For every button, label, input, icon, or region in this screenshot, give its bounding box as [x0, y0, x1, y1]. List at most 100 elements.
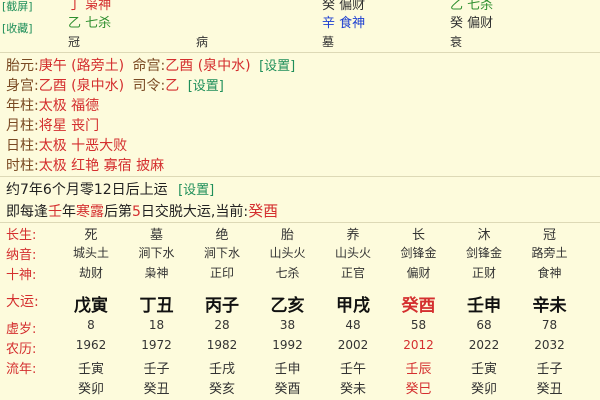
shishen-row: 十神: 劫财 枭神 正印 七杀 正官 偏财 正财 食神 [0, 264, 600, 284]
jiaoyun-solar-term: 寒露 [76, 204, 104, 220]
liunian-cell: 壬子 [143, 362, 170, 377]
changsheng-cell: 胎 [280, 228, 294, 243]
dayun-cell[interactable]: 癸酉 [389, 291, 449, 316]
current-dayun: 癸酉 [248, 202, 279, 220]
liunian-row: 流年: 壬寅 壬子 壬戌 壬申 壬午 壬辰 壬寅 壬子 癸卯 癸丑 癸亥 癸酉 癸未 癸巳 癸卯 癸丑 [0, 358, 600, 398]
changsheng-cell: 养 [346, 228, 360, 243]
xusui-cell: 18 [148, 318, 165, 332]
rizhu-line: 日柱:太极 十恶大败 [6, 135, 127, 155]
top-col3-line3: 墓 [322, 35, 335, 49]
shizhu-line: 时柱:太极 红艳 寡宿 披麻 [6, 155, 164, 175]
nongli-label: 农历: [6, 342, 37, 357]
dayun-cell[interactable]: 辛未 [520, 291, 580, 316]
liunian-label: 流年: [6, 362, 37, 377]
shengong-value: 乙酉 (泉中水) [38, 78, 125, 94]
divider [0, 222, 600, 223]
top-col3-line2: 辛 食神 [322, 16, 366, 31]
siling-key: 司令: [132, 78, 166, 94]
jiaoyun-stem: 壬 [48, 204, 62, 220]
jiaoyun-text-e: 后第 [104, 204, 132, 220]
xusui-cell: 68 [476, 318, 492, 332]
nayin-cell: 剑锋金 [465, 246, 502, 260]
xusui-cell: 58 [410, 318, 427, 332]
liunian-cell: 壬辰 [405, 362, 432, 377]
liunian-cell: 癸亥 [208, 382, 235, 397]
nayin-label: 纳音: [6, 248, 37, 263]
nongli-cell: 1992 [272, 338, 303, 352]
shishen-label: 十神: [6, 268, 37, 283]
dayun-cell[interactable]: 甲戌 [323, 291, 383, 316]
nongli-cell: 1982 [206, 338, 238, 352]
dayun-cell[interactable]: 丁丑 [127, 291, 187, 316]
dayun-cell[interactable]: 壬申 [454, 291, 514, 316]
taiyuan-key: 胎元: [6, 58, 39, 74]
nianzhu-value: 太极 福德 [38, 98, 100, 114]
top-col1-line2: 乙 七杀 [68, 16, 112, 31]
dayun-cell[interactable]: 丙子 [192, 291, 252, 316]
divider [0, 176, 600, 177]
shishen-cell: 枭神 [144, 266, 169, 280]
shishen-cell: 七杀 [275, 266, 300, 280]
taiyuan-line: 胎元:庚午 (路旁土) 命宫:乙酉 (泉中水) [设置] [6, 55, 295, 75]
screenshot-link[interactable]: [截屏] [2, 0, 33, 14]
shishen-cell: 正印 [209, 266, 234, 280]
liunian-cell: 壬午 [339, 362, 366, 377]
xusui-cell: 38 [279, 318, 296, 332]
liunian-cell: 癸卯 [77, 382, 104, 397]
liunian-cell: 癸丑 [143, 382, 170, 397]
nongli-cell: 2002 [337, 338, 369, 352]
rizhu-value: 太极 十恶大败 [38, 138, 128, 154]
nongli-cell: 2012 [403, 338, 434, 352]
nongli-cell: 1972 [141, 338, 172, 352]
shishen-cell: 正财 [471, 266, 496, 280]
siling-value: 乙 [165, 78, 180, 94]
changsheng-cell: 冠 [542, 228, 556, 243]
dayun-cell[interactable]: 戊寅 [61, 291, 121, 316]
xusui-cell: 8 [87, 318, 95, 332]
xusui-cell: 48 [345, 318, 361, 332]
nayin-cell: 涧下水 [203, 246, 240, 260]
liunian-cell: 壬寅 [77, 362, 104, 377]
dayun-cell[interactable]: 乙亥 [258, 291, 318, 316]
changsheng-cell: 沐 [477, 228, 491, 243]
top-col4-line2: 癸 偏财 [450, 16, 494, 31]
shizhu-key: 时柱: [6, 158, 39, 174]
liunian-cell: 壬寅 [470, 362, 497, 377]
changsheng-row: 长生: 死 墓 绝 胎 养 长 沐 冠 [0, 224, 600, 244]
nayin-row: 纳音: 城头土 涧下水 涧下水 山头火 山头火 剑锋金 剑锋金 路旁土 [0, 244, 600, 264]
changsheng-label: 长生: [6, 228, 37, 243]
jiaoyun-text-g: 日交脱大运,当前: [140, 204, 249, 220]
shishen-cell: 劫财 [78, 266, 103, 280]
changsheng-cell: 墓 [149, 228, 163, 243]
liunian-cell: 癸丑 [536, 382, 563, 397]
liunian-cell: 癸巳 [405, 382, 432, 397]
qiyun-line: 约7年6个月零12日后上运 [设置] [6, 179, 214, 199]
nianzhu-line: 年柱:太极 福德 [6, 95, 99, 115]
liunian-cell: 癸酉 [274, 382, 301, 397]
nongli-cell: 2032 [534, 338, 565, 352]
xusui-cell: 78 [541, 318, 558, 332]
divider [0, 52, 600, 53]
siling-setting-link[interactable]: [设置] [188, 79, 224, 94]
shengong-line: 身宫:乙酉 (泉中水) 司令:乙 [设置] [6, 75, 224, 95]
xusui-cell: 28 [214, 318, 230, 332]
minggong-setting-link[interactable]: [设置] [259, 59, 295, 74]
minggong-value: 乙酉 (泉中水) [165, 58, 251, 74]
shizhu-value: 太极 红艳 寡宿 披麻 [38, 158, 165, 174]
minggong-key: 命宫: [132, 58, 166, 74]
jiaoyun-text-c: 年 [62, 204, 76, 220]
liunian-cell: 癸未 [339, 382, 366, 397]
nongli-cell: 2022 [468, 338, 500, 352]
nayin-cell: 路旁土 [531, 246, 568, 260]
nayin-cell: 剑锋金 [400, 246, 437, 260]
top-col2-line3: 病 [196, 35, 209, 49]
nayin-cell: 山头火 [269, 246, 306, 260]
shengong-key: 身宫: [6, 78, 39, 94]
qiyun-setting-link[interactable]: [设置] [178, 183, 214, 198]
shishen-cell: 偏财 [406, 266, 431, 280]
yuezhu-line: 月柱:将星 丧门 [6, 115, 99, 135]
jiaoyun-text-a: 即每逢 [6, 204, 48, 220]
nongli-row: 农历: 1962 1972 1982 1992 2002 2012 2022 2032 [0, 338, 600, 358]
xusui-label: 虚岁: [6, 322, 37, 337]
favorite-link[interactable]: [收藏] [2, 20, 33, 36]
